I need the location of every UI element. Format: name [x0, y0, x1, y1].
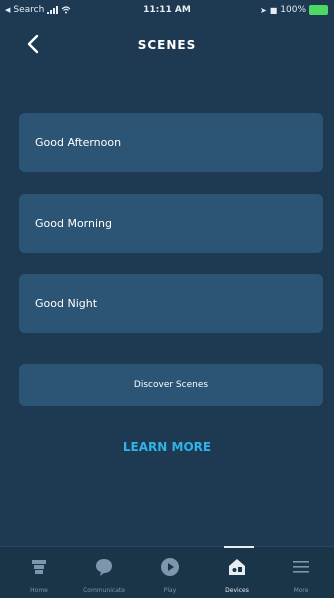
scene-card-good-morning[interactable]: Good Morning	[19, 194, 323, 253]
discover-scenes-button[interactable]: Discover Scenes	[19, 364, 323, 406]
location-icon: ➤	[260, 5, 267, 15]
scene-label: Good Afternoon	[35, 136, 122, 149]
tab-more[interactable]: More	[268, 547, 334, 598]
scene-label: Good Morning	[35, 217, 112, 230]
chat-bubble-icon	[96, 559, 112, 576]
battery-icon	[309, 5, 328, 15]
tab-communicate[interactable]: Communicate	[71, 547, 137, 598]
tab-label: More	[293, 587, 309, 594]
scene-card-good-night[interactable]: Good Night	[19, 274, 323, 333]
menu-icon	[293, 561, 309, 573]
tab-label: Home	[30, 587, 48, 594]
alarm-icon: ■	[269, 5, 278, 15]
status-bar: ◀ Search 11:11 AM ➤ ■ 100%	[0, 0, 334, 22]
tab-devices[interactable]: Devices	[204, 547, 270, 598]
tab-label: Play	[163, 587, 177, 594]
tab-home[interactable]: Home	[6, 547, 72, 598]
tab-label: Devices	[225, 587, 249, 594]
bottom-tab-bar: Home Communicate Play Devices More	[0, 546, 334, 598]
tab-play[interactable]: Play	[137, 547, 203, 598]
devices-icon	[229, 559, 245, 575]
status-right: ➤ ■ 100%	[260, 5, 328, 15]
tab-label: Communicate	[83, 587, 125, 594]
page-title: SCENES	[137, 38, 197, 52]
play-icon	[161, 558, 179, 576]
battery-percent: 100%	[280, 5, 306, 15]
learn-more-link[interactable]: LEARN MORE	[0, 440, 334, 454]
home-icon	[32, 560, 46, 574]
scene-label: Good Night	[35, 297, 98, 310]
nav-bar: SCENES	[0, 26, 334, 62]
scene-card-good-afternoon[interactable]: Good Afternoon	[19, 113, 323, 172]
